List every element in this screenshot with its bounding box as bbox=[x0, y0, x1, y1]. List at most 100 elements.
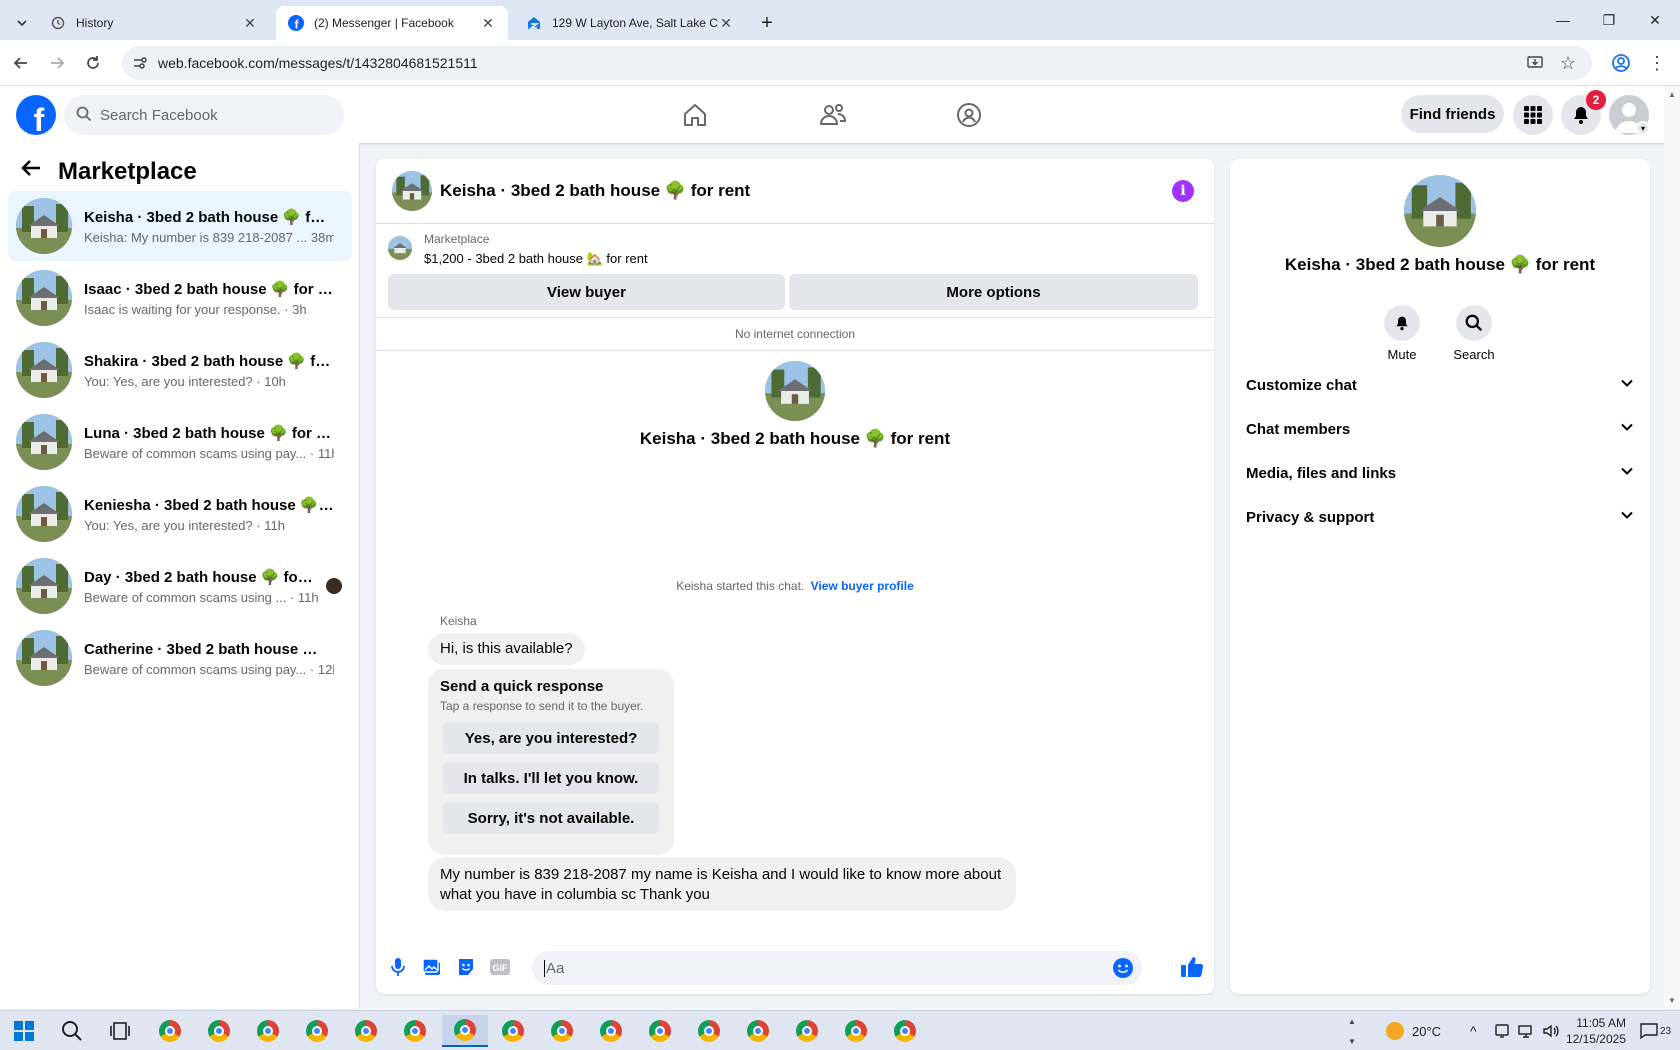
tab-zillow[interactable]: 129 W Layton Ave, Salt Lake Cit ✕ bbox=[514, 6, 746, 40]
message-bubble[interactable]: My number is 839 218-2087 my name is Kei… bbox=[428, 857, 1016, 911]
message-bubble[interactable]: Hi, is this available? bbox=[428, 633, 585, 665]
privacy-support-section[interactable]: Privacy & support bbox=[1246, 495, 1634, 539]
home-nav-button[interactable] bbox=[678, 98, 712, 132]
tab-history[interactable]: History ✕ bbox=[38, 6, 270, 40]
site-settings-icon[interactable] bbox=[132, 55, 148, 74]
conversation-preview: Isaac is waiting for your response. · 3h bbox=[84, 301, 307, 317]
chat-avatar[interactable] bbox=[392, 171, 432, 211]
message-input[interactable]: Aa bbox=[532, 951, 1142, 985]
back-arrow-button[interactable] bbox=[20, 157, 42, 186]
conversation-item[interactable]: Shakira · 3bed 2 bath house 🌳 for... You:… bbox=[8, 335, 352, 405]
listing-title[interactable]: $1,200 - 3bed 2 bath house 🏡 for rent bbox=[424, 251, 648, 267]
close-icon[interactable]: ✕ bbox=[480, 15, 496, 32]
taskbar-chrome-app[interactable] bbox=[297, 1015, 337, 1047]
quick-response-option[interactable]: Yes, are you interested? bbox=[443, 722, 659, 754]
taskbar-chrome-app[interactable] bbox=[738, 1015, 778, 1047]
tab-messenger[interactable]: f (2) Messenger | Facebook ✕ bbox=[276, 6, 508, 40]
taskbar-chrome-app[interactable] bbox=[248, 1015, 288, 1047]
back-button[interactable] bbox=[8, 50, 34, 76]
quick-response-option[interactable]: In talks. I'll let you know. bbox=[443, 762, 659, 794]
scroll-down-icon[interactable]: ▼ bbox=[1668, 996, 1676, 1005]
taskbar-chrome-app[interactable] bbox=[689, 1015, 729, 1047]
taskbar-chrome-app[interactable] bbox=[199, 1015, 239, 1047]
taskbar-chrome-app[interactable] bbox=[395, 1015, 435, 1047]
info-icon[interactable]: i bbox=[1172, 180, 1194, 202]
section-label: Chat members bbox=[1246, 420, 1351, 438]
taskbar-overflow-arrows[interactable]: ▲ ▼ bbox=[1348, 1011, 1356, 1050]
quick-response-option[interactable]: Sorry, it's not available. bbox=[443, 802, 659, 834]
taskbar-chrome-app-active[interactable] bbox=[442, 1015, 488, 1047]
taskbar-chrome-app[interactable] bbox=[640, 1015, 680, 1047]
chrome-icon bbox=[355, 1020, 377, 1042]
conversation-item[interactable]: Catherine · 3bed 2 bath house 🌳 f... Bewa… bbox=[8, 623, 352, 693]
facebook-search-input[interactable]: Search Facebook bbox=[64, 95, 344, 135]
conversation-item[interactable]: Keisha · 3bed 2 bath house 🌳 for ... Keis… bbox=[8, 191, 352, 261]
taskbar-chrome-app[interactable] bbox=[542, 1015, 582, 1047]
menu-button[interactable] bbox=[1513, 95, 1553, 135]
media-files-links-section[interactable]: Media, files and links bbox=[1246, 451, 1634, 495]
close-icon[interactable]: ✕ bbox=[718, 15, 734, 32]
chat-members-section[interactable]: Chat members bbox=[1246, 407, 1634, 451]
more-options-button[interactable]: More options bbox=[789, 274, 1198, 310]
network-icon[interactable] bbox=[1518, 1011, 1534, 1050]
thumbs-up-button[interactable] bbox=[1180, 955, 1204, 979]
facebook-logo[interactable]: f bbox=[16, 95, 56, 135]
groups-nav-button[interactable] bbox=[952, 98, 986, 132]
clock[interactable]: 11:05 AM 12/15/2025 bbox=[1566, 1011, 1626, 1050]
taskbar-chrome-app[interactable] bbox=[150, 1015, 190, 1047]
conversation-item[interactable]: Day · 3bed 2 bath house 🌳 for ... Beware … bbox=[8, 551, 352, 621]
search-chat-button[interactable]: Search bbox=[1439, 305, 1509, 362]
scroll-up-icon[interactable]: ▲ bbox=[1668, 90, 1676, 99]
forward-button[interactable] bbox=[44, 50, 70, 76]
browser-tab-bar: History ✕ f (2) Messenger | Facebook ✕ 1… bbox=[0, 0, 1680, 40]
arrow-left-icon bbox=[21, 160, 40, 176]
meet-now-icon[interactable] bbox=[1494, 1011, 1510, 1050]
conversation-item[interactable]: Isaac · 3bed 2 bath house 🌳 for re... Isa… bbox=[8, 263, 352, 333]
close-icon[interactable]: ✕ bbox=[242, 15, 258, 32]
task-view-button[interactable] bbox=[100, 1015, 140, 1047]
start-button[interactable] bbox=[4, 1015, 44, 1047]
chat-title[interactable]: Keisha · 3bed 2 bath house 🌳 for rent bbox=[440, 181, 750, 201]
gif-button[interactable]: GIF bbox=[488, 955, 512, 979]
attach-photo-button[interactable] bbox=[420, 955, 444, 979]
url-input[interactable]: web.facebook.com/messages/t/143280468152… bbox=[122, 46, 1592, 80]
sender-name: Keisha bbox=[440, 614, 477, 628]
windows-taskbar: ▲ ▼ 20°C ^ 11:05 AM 12/15/2025 23 bbox=[0, 1010, 1680, 1050]
new-tab-button[interactable]: + bbox=[752, 6, 782, 40]
chat-center-avatar bbox=[765, 361, 825, 421]
taskbar-chrome-app[interactable] bbox=[787, 1015, 827, 1047]
restore-button[interactable]: ❐ bbox=[1586, 0, 1632, 40]
taskbar-search-button[interactable] bbox=[52, 1015, 92, 1047]
account-chevron-icon[interactable]: ▾ bbox=[1636, 121, 1650, 135]
taskbar-chrome-app[interactable] bbox=[836, 1015, 876, 1047]
weather-widget[interactable]: 20°C bbox=[1386, 1011, 1441, 1050]
customize-chat-section[interactable]: Customize chat bbox=[1246, 363, 1634, 407]
sticker-button[interactable] bbox=[454, 955, 478, 979]
view-buyer-button[interactable]: View buyer bbox=[388, 274, 785, 310]
browser-menu-button[interactable]: ⋮ bbox=[1644, 50, 1670, 76]
page-scrollbar[interactable]: ▲ ▼ bbox=[1664, 86, 1680, 1009]
close-window-button[interactable]: ✕ bbox=[1632, 0, 1678, 40]
mute-button[interactable]: Mute bbox=[1367, 305, 1437, 362]
bookmark-star-icon[interactable]: ☆ bbox=[1560, 53, 1576, 74]
notification-count: 23 bbox=[1660, 1025, 1672, 1037]
install-app-icon[interactable] bbox=[1526, 54, 1544, 75]
emoji-icon[interactable] bbox=[1112, 957, 1134, 983]
view-buyer-profile-link[interactable]: View buyer profile bbox=[811, 579, 914, 593]
conversation-item[interactable]: Luna · 3bed 2 bath house 🌳 for re... Bewa… bbox=[8, 407, 352, 477]
reload-button[interactable] bbox=[80, 50, 106, 76]
notification-center-button[interactable]: 23 bbox=[1640, 1011, 1671, 1050]
minimize-button[interactable]: — bbox=[1540, 0, 1586, 40]
friends-nav-button[interactable] bbox=[816, 98, 850, 132]
taskbar-chrome-app[interactable] bbox=[346, 1015, 386, 1047]
find-friends-button[interactable]: Find friends bbox=[1401, 95, 1504, 133]
show-hidden-icons[interactable]: ^ bbox=[1470, 1011, 1477, 1050]
voice-clip-button[interactable] bbox=[386, 955, 410, 979]
taskbar-chrome-app[interactable] bbox=[885, 1015, 925, 1047]
taskbar-chrome-app[interactable] bbox=[493, 1015, 533, 1047]
taskbar-chrome-app[interactable] bbox=[591, 1015, 631, 1047]
tab-search-button[interactable] bbox=[8, 6, 36, 40]
conversation-item[interactable]: Keniesha · 3bed 2 bath house 🌳 f... You: … bbox=[8, 479, 352, 549]
volume-icon[interactable] bbox=[1542, 1011, 1560, 1050]
profile-button[interactable] bbox=[1608, 50, 1634, 76]
